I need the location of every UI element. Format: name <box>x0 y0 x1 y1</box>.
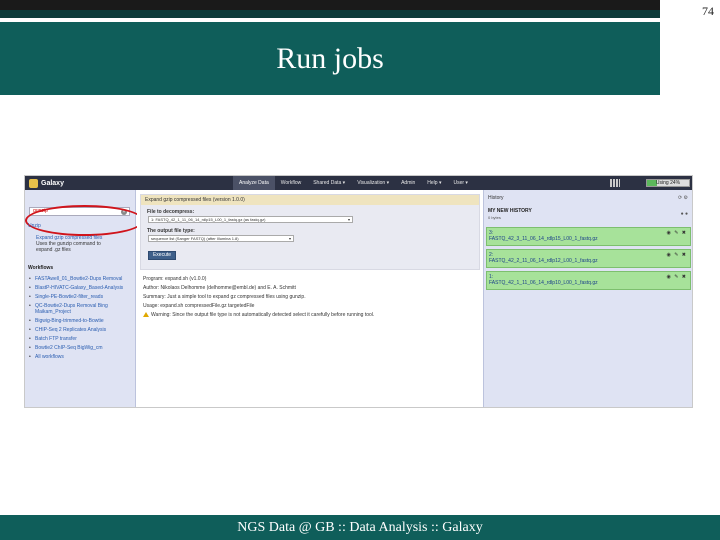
history-dataset[interactable]: 1: FASTQ_42_1_11_06_14_rdlp10_L00_1_fastq… <box>486 271 691 290</box>
center-panel: Expand gzip compressed files (version 1.… <box>137 190 482 407</box>
history-name[interactable]: MY NEW HISTORY <box>488 208 532 214</box>
highlight-circle <box>25 205 144 236</box>
top-accent-bar <box>0 10 660 18</box>
slide: 74 Run jobs Galaxy Analyze Data Workflow S… <box>0 0 720 540</box>
workflow-link[interactable]: QC-Bowtie2-Dups Removal Bing Maikam_Proj… <box>29 303 135 315</box>
galaxy-logo-icon <box>29 178 38 188</box>
nav-tab[interactable]: Admin <box>395 176 421 190</box>
usage-meter-label: Using 24% <box>655 180 681 186</box>
dataset-name: FASTQ_42_2_11_06_14_rdlp12_L00_1_fastq.g… <box>489 258 598 264</box>
tool-summary-line: Summary: Just a simple tool to expand gz… <box>143 294 306 300</box>
tool-author-line: Author: Nikolaos Delhomme (delhomme@embl… <box>143 285 296 291</box>
history-options-icons[interactable]: ⟳ ⚙ <box>678 195 688 201</box>
unzip-section-link[interactable]: Unzip <box>28 223 41 229</box>
dataset-action-icons[interactable]: ◉ ✎ ✖ <box>666 230 687 236</box>
file-to-decompress-label: File to decompress: <box>147 209 195 215</box>
execute-button[interactable]: Execute <box>148 251 176 260</box>
workflow-link[interactable]: BlastP-HIVATC-Galaxy_Based-Analysis <box>29 285 135 291</box>
dataset-action-icons[interactable]: ◉ ✎ ✖ <box>666 252 687 258</box>
usage-meter: Using 24% <box>646 179 690 187</box>
workflow-link[interactable]: Single-PE-Bowtie2-filter_reads <box>29 294 135 300</box>
dataset-title[interactable]: 3: FASTQ_42_3_11_06_14_rdlp15_L00_1_fastq… <box>489 230 598 242</box>
slide-number: 74 <box>702 4 714 18</box>
history-dataset[interactable]: 2: FASTQ_42_2_11_06_14_rdlp12_L00_1_fastq… <box>486 249 691 268</box>
output-type-select[interactable]: sequence list (Sanger FASTQ) (after Illu… <box>148 235 294 242</box>
history-size: 0 bytes <box>488 215 501 220</box>
workflow-list: FASTAwell_01_Bowtie2-Dups Removal BlastP-… <box>29 276 135 363</box>
warning-icon <box>143 312 149 317</box>
galaxy-nav-tabs: Analyze Data Workflow Shared Data ▾ Visuali… <box>233 176 474 190</box>
tool-description-line-2: expand .gz files <box>36 247 71 253</box>
workflow-link[interactable]: CHIP-Seq 2 Replicates Analysis <box>29 327 135 333</box>
galaxy-logo[interactable]: Galaxy <box>29 178 64 188</box>
dataset-name: FASTQ_42_3_11_06_14_rdlp15_L00_1_fastq.g… <box>489 236 598 242</box>
tool-warning-text: Warning: Since the output file type is n… <box>151 312 375 318</box>
chevron-down-icon: ▾ <box>288 236 291 241</box>
dataset-title[interactable]: 2: FASTQ_42_2_11_06_14_rdlp12_L00_1_fastq… <box>489 252 598 264</box>
file-select-value: 1: FASTQ_42_1_11_06_14_rdlp15_L00_1_fast… <box>151 217 266 222</box>
grid-icon[interactable] <box>610 179 620 187</box>
output-type-label: The output file type: <box>147 228 195 234</box>
workflow-link[interactable]: Bigwig-Bing-trimmed-to-Bowtie <box>29 318 135 324</box>
tool-form-title: Expand gzip compressed files (version 1.… <box>141 195 479 205</box>
workflows-heading: Workflows <box>28 265 54 271</box>
file-to-decompress-select[interactable]: 1: FASTQ_42_1_11_06_14_rdlp15_L00_1_fast… <box>148 216 353 223</box>
tool-program-line: Program: expand.sh (v1.0.0) <box>143 276 207 282</box>
nav-tab[interactable]: Help ▾ <box>421 176 447 190</box>
slide-title: Run jobs <box>276 41 384 75</box>
tool-usage-line: Usage: expand.sh compressedFile.gz targe… <box>143 303 255 309</box>
workflow-link[interactable]: All workflows <box>29 354 135 360</box>
nav-tab[interactable]: Shared Data ▾ <box>307 176 351 190</box>
history-dataset[interactable]: 3: FASTQ_42_3_11_06_14_rdlp15_L00_1_fastq… <box>486 227 691 246</box>
history-tag-icons[interactable]: ● ● <box>681 211 688 217</box>
tool-panel: gunzip × Unzip Expand gzip compressed fi… <box>25 190 144 407</box>
chevron-down-icon: ▾ <box>347 217 350 222</box>
slide-footer: NGS Data @ GB :: Data Analysis :: Galaxy <box>0 515 720 540</box>
workflow-link[interactable]: Bowtie2 ChIP-Seq BigWig_cm <box>29 345 135 351</box>
history-panel: History ⟳ ⚙ MY NEW HISTORY 0 bytes ● ● 3… <box>483 190 692 407</box>
workflow-link[interactable]: FASTAwell_01_Bowtie2-Dups Removal <box>29 276 135 282</box>
dataset-action-icons[interactable]: ◉ ✎ ✖ <box>666 274 687 280</box>
dataset-title[interactable]: 1: FASTQ_42_1_11_06_14_rdlp10_L00_1_fastq… <box>489 274 598 286</box>
nav-tab[interactable]: Workflow <box>275 176 307 190</box>
tool-warning-line: Warning: Since the output file type is n… <box>143 312 374 318</box>
nav-tab[interactable]: Visualization ▾ <box>351 176 395 190</box>
top-dark-bar <box>0 0 660 10</box>
workflow-link[interactable]: Batch FTP transfer <box>29 336 135 342</box>
galaxy-screenshot: Galaxy Analyze Data Workflow Shared Data ▾… <box>24 175 693 408</box>
galaxy-brand: Galaxy <box>41 179 64 187</box>
nav-tab[interactable]: User ▾ <box>447 176 473 190</box>
nav-tab[interactable]: Analyze Data <box>233 176 275 190</box>
dataset-name: FASTQ_42_1_11_06_14_rdlp10_L00_1_fastq.g… <box>489 280 598 286</box>
tool-form: Expand gzip compressed files (version 1.… <box>140 194 480 270</box>
history-heading: History <box>488 195 504 201</box>
output-type-value: sequence list (Sanger FASTQ) (after Illu… <box>151 236 239 241</box>
